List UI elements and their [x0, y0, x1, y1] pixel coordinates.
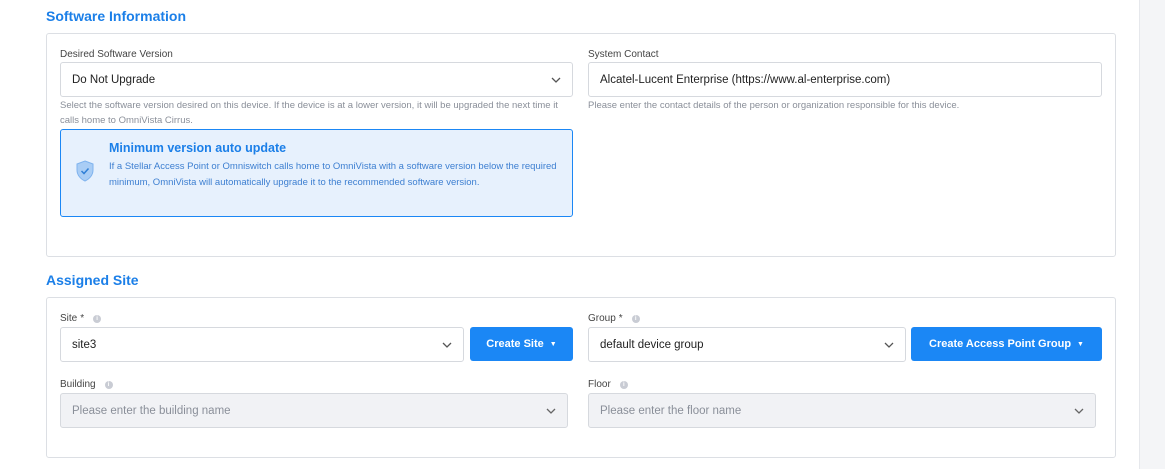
caret-down-icon: ▼	[1077, 340, 1084, 348]
building-select[interactable]: Please enter the building name	[60, 393, 568, 428]
site-label: Site * i	[60, 313, 102, 324]
chevron-down-icon	[546, 408, 556, 414]
group-required-mark: *	[618, 313, 623, 324]
system-contact-help: Please enter the contact details of the …	[588, 100, 960, 111]
chevron-down-icon	[551, 77, 561, 83]
desired-version-label-text: Desired Software Version	[60, 49, 173, 60]
floor-select[interactable]: Please enter the floor name	[588, 393, 1096, 428]
create-access-point-group-button[interactable]: Create Access Point Group ▼	[911, 327, 1102, 361]
system-contact-label-text: System Contact	[588, 49, 659, 60]
create-group-label: Create Access Point Group	[929, 338, 1072, 350]
floor-label: Floor i	[588, 379, 628, 390]
info-icon[interactable]: i	[104, 380, 113, 389]
system-contact-label: System Contact	[588, 49, 659, 60]
site-value: site3	[72, 338, 97, 351]
page: Software Information Desired Software Ve…	[0, 0, 1140, 469]
callout-text: If a Stellar Access Point or Omniswitch …	[109, 161, 557, 188]
info-icon[interactable]: i	[93, 314, 102, 323]
system-contact-value: Alcatel-Lucent Enterprise (https://www.a…	[600, 73, 891, 86]
group-select[interactable]: default device group	[588, 327, 906, 362]
building-placeholder: Please enter the building name	[72, 404, 231, 417]
assigned-site-card	[46, 297, 1116, 458]
desired-version-value: Do Not Upgrade	[72, 73, 156, 86]
floor-label-text: Floor	[588, 379, 611, 390]
group-label-text: Group	[588, 313, 616, 324]
shield-check-icon	[76, 160, 94, 182]
assigned-site-section-title: Assigned Site	[46, 272, 139, 288]
building-label: Building i	[60, 379, 113, 390]
chevron-down-icon	[1074, 408, 1084, 414]
desired-version-label: Desired Software Version	[60, 49, 173, 60]
info-icon[interactable]: i	[631, 314, 640, 323]
group-label: Group * i	[588, 313, 640, 324]
callout-title: Minimum version auto update	[109, 141, 287, 155]
chevron-down-icon	[442, 342, 452, 348]
site-select[interactable]: site3	[60, 327, 464, 362]
group-value: default device group	[600, 338, 704, 351]
software-section-title: Software Information	[46, 8, 187, 24]
building-label-text: Building	[60, 379, 96, 390]
chevron-down-icon	[884, 342, 894, 348]
caret-down-icon: ▼	[549, 340, 557, 348]
site-required-mark: *	[80, 313, 85, 324]
desired-version-help: Select the software version desired on t…	[60, 100, 558, 126]
info-icon[interactable]: i	[619, 380, 628, 389]
site-label-text: Site	[60, 313, 78, 324]
system-contact-input[interactable]: Alcatel-Lucent Enterprise (https://www.a…	[588, 62, 1102, 97]
auto-update-callout: Minimum version auto update If a Stellar…	[60, 129, 573, 217]
desired-version-select[interactable]: Do Not Upgrade	[60, 62, 573, 97]
create-site-button[interactable]: Create Site ▼	[470, 327, 573, 361]
create-site-label: Create Site	[486, 338, 544, 350]
floor-placeholder: Please enter the floor name	[600, 404, 742, 417]
